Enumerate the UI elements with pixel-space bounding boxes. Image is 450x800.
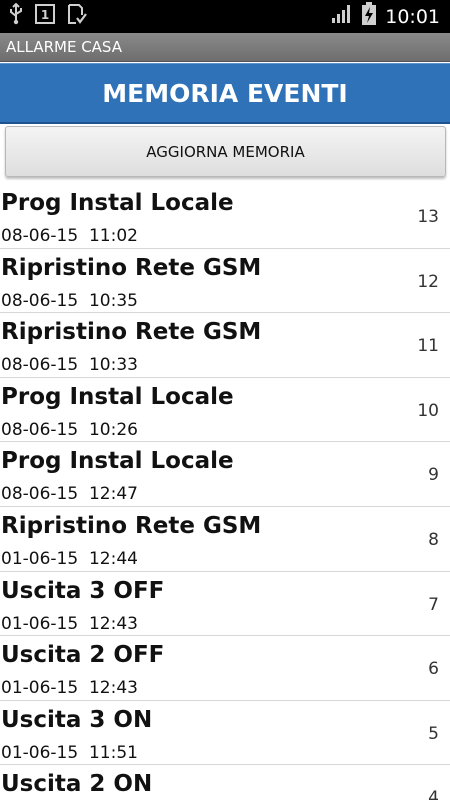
event-index: 10 <box>417 400 439 421</box>
event-name: Ripristino Rete GSM <box>1 319 262 346</box>
event-list-item[interactable]: Uscita 2 OFF 01-06-15 12:43 6 <box>0 636 450 701</box>
event-index: 4 <box>428 788 439 800</box>
app-title: ALLARME CASA <box>6 38 122 56</box>
event-index: 6 <box>428 659 439 680</box>
event-list: Prog Instal Locale 08-06-15 11:02 13 Rip… <box>0 184 450 800</box>
event-list-item[interactable]: Ripristino Rete GSM 08-06-15 10:33 11 <box>0 313 450 378</box>
event-name: Prog Instal Locale <box>1 190 234 216</box>
event-list-item[interactable]: Uscita 2 ON 4 <box>0 765 450 800</box>
status-clock: 10:01 <box>385 5 440 28</box>
event-name: Prog Instal Locale <box>1 383 234 410</box>
event-list-item[interactable]: Prog Instal Locale 08-06-15 11:02 13 <box>0 184 450 249</box>
event-index: 13 <box>417 207 439 227</box>
event-index: 9 <box>428 465 439 486</box>
status-right-icons: 10:01 <box>331 2 440 31</box>
event-name: Uscita 3 OFF <box>1 577 165 604</box>
event-name: Uscita 2 ON <box>1 771 153 798</box>
page-header: MEMORIA EVENTI <box>0 63 450 124</box>
download-complete-icon <box>66 3 88 30</box>
event-index: 11 <box>417 336 439 357</box>
event-date: 08-06-15 10:33 <box>1 355 138 376</box>
battery-charging-icon <box>361 2 377 31</box>
event-name: Uscita 3 ON <box>1 706 153 733</box>
event-list-item[interactable]: Uscita 3 OFF 01-06-15 12:43 7 <box>0 572 450 637</box>
sim-number: 1 <box>41 8 49 22</box>
event-list-item[interactable]: Uscita 3 ON 01-06-15 11:51 5 <box>0 701 450 766</box>
event-date: 08-06-15 10:35 <box>1 290 138 311</box>
event-date: 01-06-15 12:43 <box>1 678 138 699</box>
status-bar: 1 10:01 <box>0 0 450 33</box>
event-date: 01-06-15 12:43 <box>1 613 138 634</box>
refresh-memory-label: AGGIORNA MEMORIA <box>146 142 305 161</box>
app-title-bar: ALLARME CASA <box>0 33 450 62</box>
event-index: 5 <box>428 723 439 744</box>
event-name: Ripristino Rete GSM <box>1 254 262 281</box>
event-list-item[interactable]: Prog Instal Locale 08-06-15 10:26 10 <box>0 378 450 443</box>
sim-1-icon: 1 <box>34 3 56 30</box>
event-name: Uscita 2 OFF <box>1 642 165 669</box>
event-index: 12 <box>417 271 439 292</box>
page-title: MEMORIA EVENTI <box>102 78 348 108</box>
event-list-item[interactable]: Ripristino Rete GSM 08-06-15 10:35 12 <box>0 249 450 314</box>
event-list-item[interactable]: Ripristino Rete GSM 01-06-15 12:44 8 <box>0 507 450 572</box>
event-list-item[interactable]: Prog Instal Locale 08-06-15 12:47 9 <box>0 442 450 507</box>
usb-icon <box>8 2 24 30</box>
signal-strength-icon <box>331 3 353 30</box>
event-date: 08-06-15 11:02 <box>1 226 138 246</box>
event-date: 08-06-15 10:26 <box>1 419 138 440</box>
event-date: 08-06-15 12:47 <box>1 484 138 505</box>
status-left-icons: 1 <box>8 2 88 30</box>
event-name: Prog Instal Locale <box>1 448 234 475</box>
event-name: Ripristino Rete GSM <box>1 512 262 539</box>
event-index: 7 <box>428 594 439 615</box>
event-index: 8 <box>428 529 439 550</box>
event-date: 01-06-15 12:44 <box>1 548 138 569</box>
refresh-memory-button[interactable]: AGGIORNA MEMORIA <box>5 126 446 177</box>
event-date: 01-06-15 11:51 <box>1 742 138 763</box>
